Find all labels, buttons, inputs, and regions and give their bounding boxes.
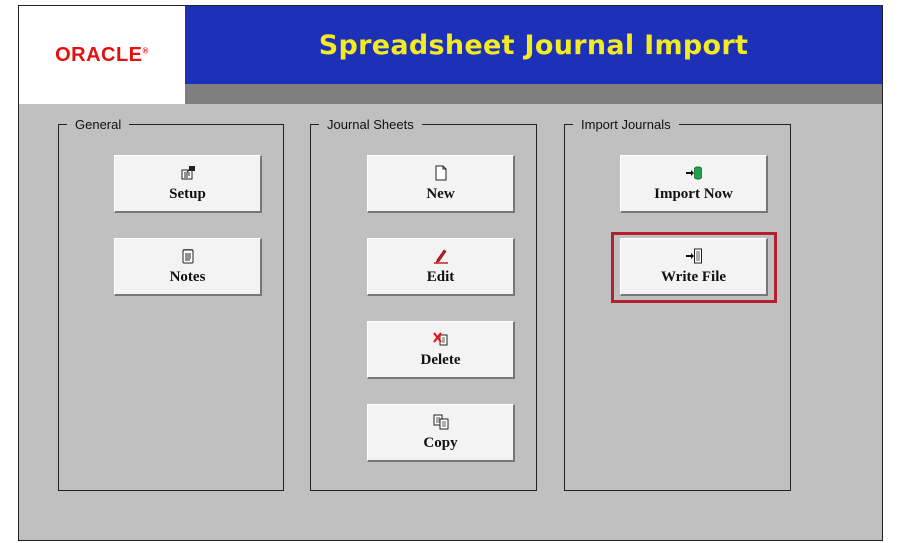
copy-button-label: Copy — [423, 434, 458, 451]
import-now-button[interactable]: Import Now — [620, 155, 768, 213]
notes-icon — [182, 248, 193, 263]
setup-button-label: Setup — [169, 185, 206, 202]
general-group-legend: General — [75, 117, 122, 132]
notes-button[interactable]: Notes — [114, 238, 262, 296]
import-now-button-label: Import Now — [654, 185, 733, 202]
setup-button[interactable]: Setup — [114, 155, 262, 213]
write-file-button[interactable]: Write File — [620, 238, 768, 296]
delete-icon — [432, 331, 447, 345]
new-button[interactable]: New — [367, 155, 515, 213]
setup-icon — [181, 165, 195, 179]
write-file-icon — [685, 248, 702, 263]
delete-button-label: Delete — [420, 351, 461, 368]
journal-sheets-group-legend: Journal Sheets — [327, 117, 414, 132]
copy-button[interactable]: Copy — [367, 404, 515, 462]
new-document-icon — [435, 165, 446, 180]
edit-button[interactable]: Edit — [367, 238, 515, 296]
import-database-icon — [685, 166, 702, 179]
edit-pencil-icon — [433, 249, 448, 264]
write-file-button-label: Write File — [660, 268, 727, 285]
title-bar: Spreadsheet Journal Import — [185, 6, 882, 84]
import-journals-group-legend: Import Journals — [581, 117, 671, 132]
logo-area: ORACLE® — [19, 6, 186, 104]
delete-button[interactable]: Delete — [367, 321, 515, 379]
header-strip — [185, 84, 882, 104]
new-button-label: New — [426, 185, 455, 202]
copy-icon — [433, 414, 448, 429]
page-title: Spreadsheet Journal Import — [318, 29, 749, 61]
oracle-logo: ORACLE® — [55, 43, 149, 66]
edit-button-label: Edit — [426, 268, 455, 285]
notes-button-label: Notes — [169, 268, 206, 285]
